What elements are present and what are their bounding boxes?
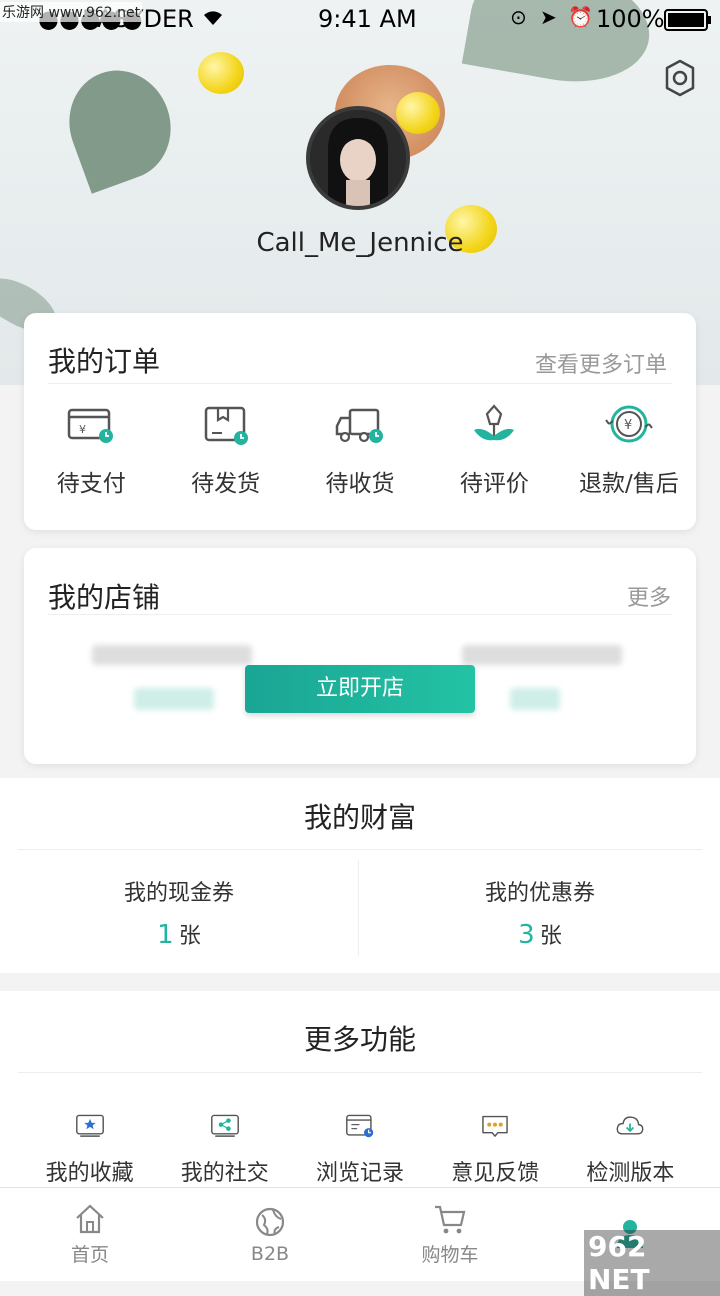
order-status-list: ¥ 待支付 待发货 待收货 待评价 ¥ 退款/售后	[24, 400, 696, 510]
username[interactable]: Call_Me_Jennice	[0, 228, 720, 258]
view-more-orders-link[interactable]: 查看更多订单	[535, 347, 667, 379]
coupon-count: 3	[518, 920, 535, 950]
function-label: 我的收藏	[45, 1161, 134, 1186]
order-label: 退款/售后	[578, 471, 679, 497]
avatar[interactable]	[306, 106, 410, 210]
gear-icon	[665, 59, 695, 97]
blurred-placeholder	[92, 645, 252, 665]
cash-voucher-item[interactable]: 我的现金券 1 张	[0, 860, 358, 960]
tab-label: 首页	[70, 1244, 109, 1266]
svg-text:¥: ¥	[79, 423, 86, 436]
vertical-divider	[358, 860, 359, 956]
site-watermark: 乐游网 www.962.net	[0, 2, 143, 22]
blurred-placeholder	[510, 688, 560, 710]
coupon-count-row: 3 张	[360, 918, 720, 950]
home-icon	[76, 1204, 104, 1234]
chat-dots-icon	[482, 1115, 508, 1137]
globe-icon	[255, 1207, 285, 1236]
divider	[48, 383, 672, 384]
order-pending-review[interactable]: 待评价	[427, 400, 561, 510]
function-label: 浏览记录	[316, 1161, 405, 1186]
order-pending-receipt[interactable]: 待收货	[293, 400, 427, 510]
box-clock-icon	[204, 406, 248, 445]
blurred-placeholder	[134, 688, 214, 710]
order-pending-shipment[interactable]: 待发货	[158, 400, 292, 510]
function-label: 意见反馈	[451, 1161, 540, 1186]
wealth-title: 我的财富	[303, 801, 416, 834]
refund-icon: ¥	[605, 405, 653, 443]
truck-clock-icon	[335, 408, 384, 443]
blurred-placeholder	[462, 645, 622, 665]
cash-voucher-count: 1	[157, 920, 174, 950]
avatar-portrait	[310, 110, 406, 206]
lemon	[198, 52, 244, 94]
order-label: 待支付	[56, 471, 126, 497]
coupon-item[interactable]: 我的优惠券 3 张	[360, 860, 720, 960]
tab-label: 购物车	[421, 1244, 479, 1266]
history-icon	[346, 1114, 374, 1138]
site-badge: 962 NET	[584, 1230, 720, 1296]
cash-voucher-count-row: 1 张	[0, 918, 358, 950]
shop-more-link[interactable]: 更多	[627, 580, 671, 612]
tab-cart[interactable]: 购物车	[360, 1188, 540, 1281]
divider	[18, 1072, 702, 1073]
open-shop-button[interactable]: 立即开店	[245, 665, 475, 713]
function-history[interactable]: 浏览记录	[292, 1112, 427, 1187]
tab-label: B2B	[250, 1242, 290, 1265]
function-favorites[interactable]: 我的收藏	[22, 1112, 157, 1187]
function-social[interactable]: 我的社交	[157, 1112, 292, 1187]
function-label: 我的社交	[180, 1161, 269, 1186]
cloud-download-icon	[617, 1116, 644, 1135]
tab-home[interactable]: 首页	[0, 1188, 180, 1281]
function-check-version[interactable]: 检测版本	[563, 1112, 698, 1187]
order-refund-aftersale[interactable]: ¥ 退款/售后	[562, 400, 696, 510]
coupon-unit: 张	[539, 924, 562, 949]
orders-title: 我的订单	[48, 345, 161, 378]
more-functions-title: 更多功能	[303, 1023, 416, 1056]
cart-icon	[435, 1205, 466, 1234]
lock-rotation-icon: ⊙	[510, 5, 527, 29]
flower-icon	[474, 404, 515, 441]
star-card-icon	[75, 1114, 104, 1137]
divider	[48, 614, 672, 615]
shop-title: 我的店铺	[48, 581, 161, 614]
lemon	[396, 92, 440, 134]
svg-text:¥: ¥	[624, 418, 632, 433]
function-feedback[interactable]: 意见反馈	[428, 1112, 563, 1187]
order-label: 待评价	[459, 471, 529, 497]
order-pending-payment[interactable]: ¥ 待支付	[24, 400, 158, 510]
wallet-clock-icon: ¥	[67, 408, 114, 443]
coupon-label: 我的优惠券	[484, 881, 595, 906]
wifi-icon	[200, 5, 226, 33]
cash-voucher-label: 我的现金券	[123, 881, 234, 906]
order-label: 待收货	[325, 471, 395, 497]
location-icon: ➤	[540, 5, 557, 29]
divider	[18, 849, 702, 850]
tab-b2b[interactable]: B2B	[180, 1188, 360, 1281]
battery-percent: 100%	[596, 5, 665, 33]
order-label: 待发货	[191, 471, 261, 497]
leaf-decoration	[54, 56, 186, 194]
battery-icon	[664, 9, 712, 37]
share-icon	[210, 1114, 239, 1137]
function-grid: 我的收藏 我的社交 浏览记录 意见反馈 检测版本	[22, 1112, 698, 1187]
function-label: 检测版本	[586, 1161, 675, 1186]
cash-voucher-unit: 张	[178, 924, 201, 949]
settings-button[interactable]	[660, 58, 700, 98]
alarm-icon: ⏰	[568, 5, 593, 29]
clock-time: 9:41 AM	[318, 5, 417, 33]
